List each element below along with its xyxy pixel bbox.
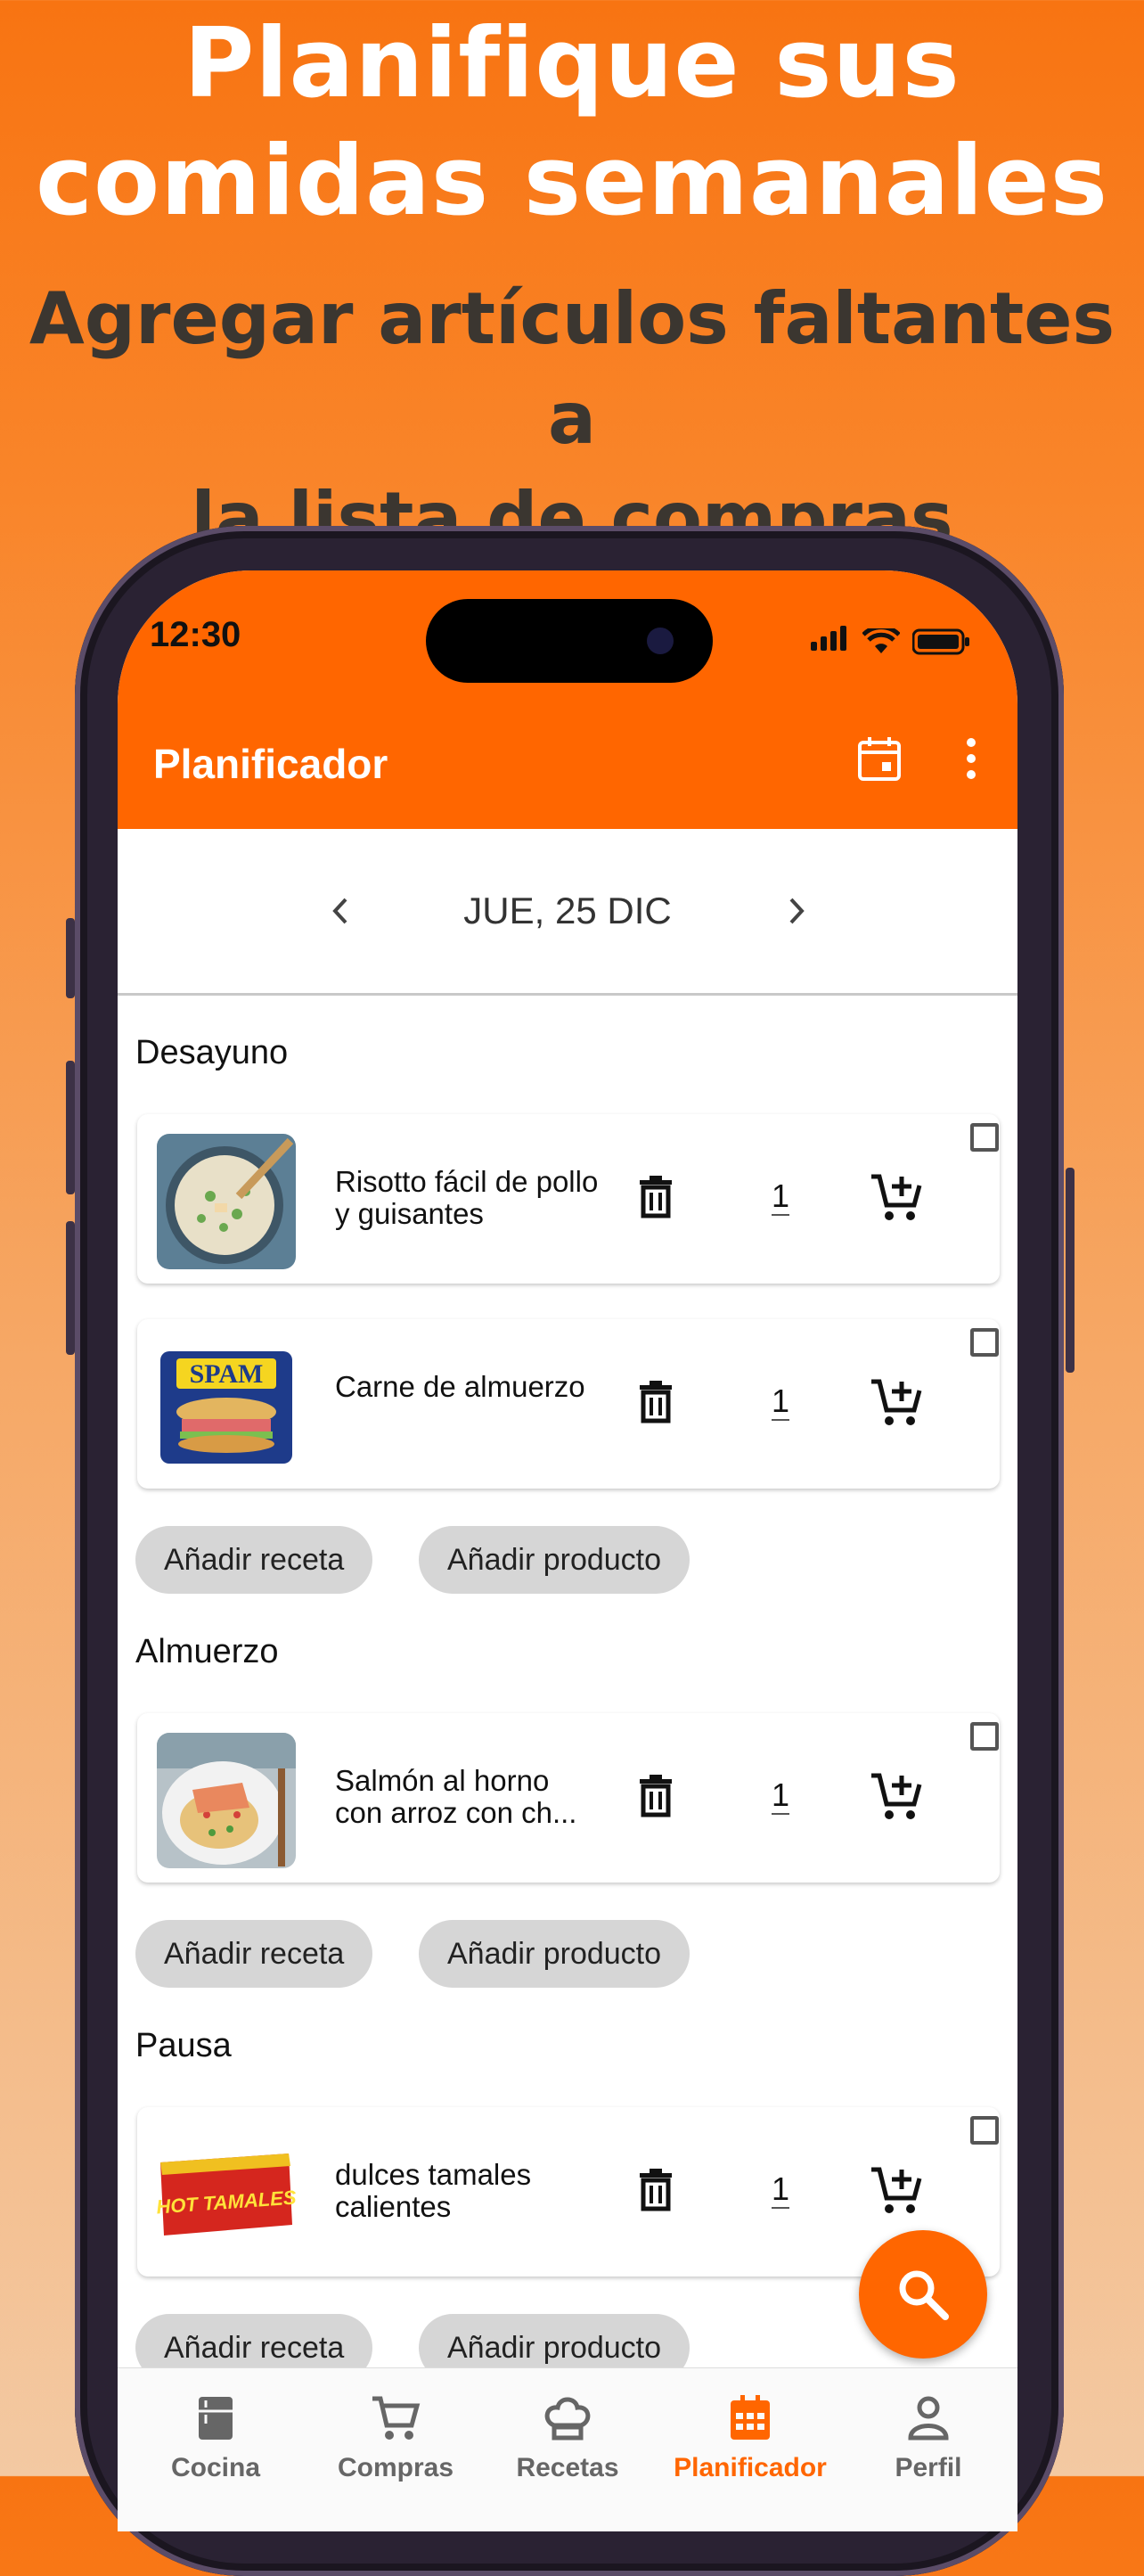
add-product-button[interactable]: Añadir producto [419,1526,690,1594]
promo-headline: Planifique sus comidas semanales [0,5,1144,241]
quantity-field[interactable]: 1 [772,1178,790,1216]
chevron-right-icon[interactable] [770,884,823,938]
quantity-field[interactable]: 1 [772,1777,790,1815]
calendar-icon [731,2395,770,2440]
status-icons [811,626,971,655]
meal-item-name: dulces tamales calientes [335,2158,532,2223]
nav-item-cocina[interactable]: Cocina [127,2395,305,2483]
add-product-button[interactable]: Añadir producto [419,1920,690,1988]
more-vert-icon[interactable] [953,729,989,788]
meal-item-name: Carne de almuerzo [335,1370,585,1403]
cart-icon [372,2396,421,2440]
spam-image: SPAM [157,1339,296,1474]
meal-item-dulces-tamales[interactable]: HOT TAMALES dulces tamales calientes 1 [137,2107,1000,2277]
item-checkbox[interactable] [970,2116,999,2145]
meal-item-name: Salmón al horno con arroz con ch... [335,1764,577,1829]
date-navigator: JUE, 25 DIC [118,829,1017,996]
search-fab[interactable] [859,2230,987,2359]
add-to-cart-icon[interactable] [870,1173,923,1227]
person-icon [908,2396,949,2441]
section-title-pausa: Pausa [135,2027,232,2064]
promo-headline-line-2: comidas semanales [35,126,1109,237]
nav-item-compras[interactable]: Compras [306,2395,485,2483]
signal-icon [811,626,850,655]
item-checkbox[interactable] [970,1722,999,1751]
current-date: JUE, 25 DIC [463,890,672,931]
app-bar-title: Planificador [153,741,388,787]
quantity-field[interactable]: 1 [772,1383,790,1421]
trash-icon[interactable] [636,1175,675,1224]
add-to-cart-icon[interactable] [870,1378,923,1432]
nav-label: Compras [337,2453,454,2482]
phone-volume-down [66,1221,75,1355]
promo-headline-line-1: Planifique sus [184,8,960,119]
promo-subhead-line-1: Agregar artículos faltantes a [29,277,1115,460]
nav-item-planificador[interactable]: Planificador [661,2395,839,2483]
trash-icon[interactable] [636,2168,675,2217]
salmon-image [157,1733,296,1868]
phone-power-button [1066,1168,1075,1373]
add-to-cart-icon[interactable] [870,2166,923,2220]
bottom-navigation: Cocina Compras Recetas Planificador Perf… [118,2367,1017,2531]
app-top-bar: 12:30 Planificador [118,570,1017,829]
camera-icon [647,628,674,654]
item-checkbox[interactable] [970,1123,999,1152]
meal-item-risotto[interactable]: Risotto fácil de pollo y guisantes 1 [137,1114,1000,1284]
nav-label: Perfil [895,2453,962,2482]
chef-hat-icon [544,2397,591,2441]
nav-item-recetas[interactable]: Recetas [478,2395,657,2483]
nav-item-perfil[interactable]: Perfil [839,2395,1017,2483]
meal-item-salmon[interactable]: Salmón al horno con arroz con ch... 1 [137,1713,1000,1883]
battery-icon [912,628,969,655]
phone-side-button [66,918,75,998]
phone-screen: 12:30 Planificador JUE, 25 DIC Desayuno … [118,570,1017,2531]
nav-label: Cocina [170,2453,261,2482]
status-time: 12:30 [150,615,241,654]
calendar-icon[interactable] [850,729,909,788]
phone-volume-up [66,1061,75,1194]
add-to-cart-icon[interactable] [870,1772,923,1826]
add-recipe-button[interactable]: Añadir receta [135,1526,373,1594]
search-icon [899,2270,949,2320]
quantity-field[interactable]: 1 [772,2171,790,2209]
spam-label: SPAM [190,1359,264,1389]
section-title-almuerzo: Almuerzo [135,1633,279,1670]
add-recipe-button[interactable]: Añadir receta [135,1920,373,1988]
trash-icon[interactable] [636,1774,675,1823]
section-title-desayuno: Desayuno [135,1034,289,1071]
promo-subhead: Agregar artículos faltantes a la lista d… [0,269,1144,569]
risotto-image [157,1134,296,1269]
meal-item-name: Risotto fácil de pollo y guisantes [335,1165,599,1230]
wifi-icon [862,628,900,653]
trash-icon[interactable] [636,1380,675,1429]
meal-item-carne-de-almuerzo[interactable]: SPAM Carne de almuerzo 1 [137,1319,1000,1489]
nav-label: Recetas [516,2453,619,2482]
nav-label: Planificador [674,2453,827,2482]
item-checkbox[interactable] [970,1328,999,1357]
kitchen-icon [199,2397,233,2440]
hot-tamales-image: HOT TAMALES [157,2127,296,2262]
